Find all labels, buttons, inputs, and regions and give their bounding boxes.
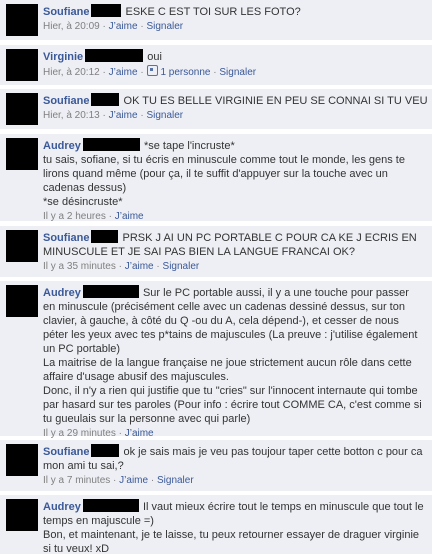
comment-body: tu sais, sofiane, si tu écris en minuscu… <box>43 154 405 208</box>
report-link[interactable]: Signaler <box>219 67 256 78</box>
redacted-surname <box>91 93 120 106</box>
timestamp: Il y a 29 minutes <box>43 428 116 439</box>
comment: Soufiane ok je sais mais je veu pas touj… <box>0 440 432 492</box>
report-link[interactable]: Signaler <box>146 110 183 121</box>
redacted-surname <box>82 499 139 512</box>
comment: Soufiane ESKE C EST TOI SUR LES FOTO? Hi… <box>0 0 432 41</box>
author-name[interactable]: Audrey <box>43 140 81 152</box>
author-name[interactable]: Audrey <box>43 501 81 513</box>
avatar[interactable] <box>6 93 38 125</box>
likes-count[interactable]: 1 personne <box>160 67 210 78</box>
like-link[interactable]: J’aime <box>109 21 138 32</box>
comment: Audrey Sur le PC portable aussi, il y a … <box>0 281 432 439</box>
comment: Audrey *se tape l'incruste* tu sais, sof… <box>0 134 432 222</box>
comment-meta: Il y a 35 minutes · J’aime · Signaler <box>43 261 200 272</box>
avatar[interactable] <box>6 4 38 36</box>
report-link[interactable]: Signaler <box>163 261 200 272</box>
comment-meta: Il y a 29 minutes · J’aime <box>43 428 154 439</box>
author-name[interactable]: Soufiane <box>43 232 89 244</box>
comment-meta: Il y a 7 minutes · J’aime · Signaler <box>43 475 194 486</box>
timestamp: Hier, à 20:12 <box>43 67 100 78</box>
comment-text: OK TU ES BELLE VIRGINIE EN PEU SE CONNAI… <box>120 95 428 107</box>
comment-text: Sur le PC portable aussi, il y a une tou… <box>43 287 422 425</box>
comment-meta: Hier, à 20:13 · J’aime · Signaler <box>43 110 184 121</box>
redacted-surname <box>82 138 140 151</box>
author-name[interactable]: Soufiane <box>43 6 89 18</box>
comment-text: ESKE C EST TOI SUR LES FOTO? <box>122 6 301 18</box>
redacted-surname <box>85 49 144 62</box>
redacted-surname <box>82 285 139 298</box>
avatar[interactable] <box>6 138 38 170</box>
comment-feed: Soufiane ESKE C EST TOI SUR LES FOTO? Hi… <box>0 0 436 555</box>
like-link[interactable]: J’aime <box>125 261 154 272</box>
thumbs-up-icon <box>147 65 159 76</box>
comment-meta: Il y a 2 heures · J’aime <box>43 211 144 222</box>
avatar[interactable] <box>6 49 38 81</box>
comment: Soufiane OK TU ES BELLE VIRGINIE EN PEU … <box>0 89 432 130</box>
like-link[interactable]: J’aime <box>109 110 138 121</box>
report-link[interactable]: Signaler <box>157 475 194 486</box>
author-name[interactable]: Soufiane <box>43 95 89 107</box>
author-name[interactable]: Audrey <box>43 287 81 299</box>
comment-meta: Hier, à 20:09 · J’aime · Signaler <box>43 21 184 32</box>
timestamp: Il y a 7 minutes <box>43 475 111 486</box>
redacted-surname <box>91 4 122 17</box>
like-link[interactable]: J’aime <box>115 211 144 222</box>
like-link[interactable]: J’aime <box>109 67 138 78</box>
like-link[interactable]: J’aime <box>125 428 154 439</box>
author-name[interactable]: Virginie <box>43 51 83 63</box>
redacted-surname <box>91 444 120 457</box>
author-name[interactable]: Soufiane <box>43 446 89 458</box>
redacted-surname <box>91 230 119 243</box>
timestamp: Hier, à 20:13 <box>43 110 100 121</box>
comment-text: *se tape l'incruste* <box>140 140 235 152</box>
timestamp: Il y a 35 minutes <box>43 261 116 272</box>
timestamp: Il y a 2 heures <box>43 211 106 222</box>
like-link[interactable]: J’aime <box>119 475 148 486</box>
comment: Soufiane PRSK J AI UN PC PORTABLE C POUR… <box>0 226 432 278</box>
report-link[interactable]: Signaler <box>146 21 183 32</box>
comment: Virginie oui Hier, à 20:12 · J’aime · 1 … <box>0 45 432 86</box>
timestamp: Hier, à 20:09 <box>43 21 100 32</box>
comment-meta: Hier, à 20:12 · J’aime · 1 personne · Si… <box>43 65 257 78</box>
avatar[interactable] <box>6 230 38 262</box>
avatar[interactable] <box>6 444 38 476</box>
avatar[interactable] <box>6 285 38 317</box>
avatar[interactable] <box>6 499 38 531</box>
comment: Audrey Il vaut mieux écrire tout le temp… <box>0 495 432 555</box>
comment-text: oui <box>144 51 162 63</box>
